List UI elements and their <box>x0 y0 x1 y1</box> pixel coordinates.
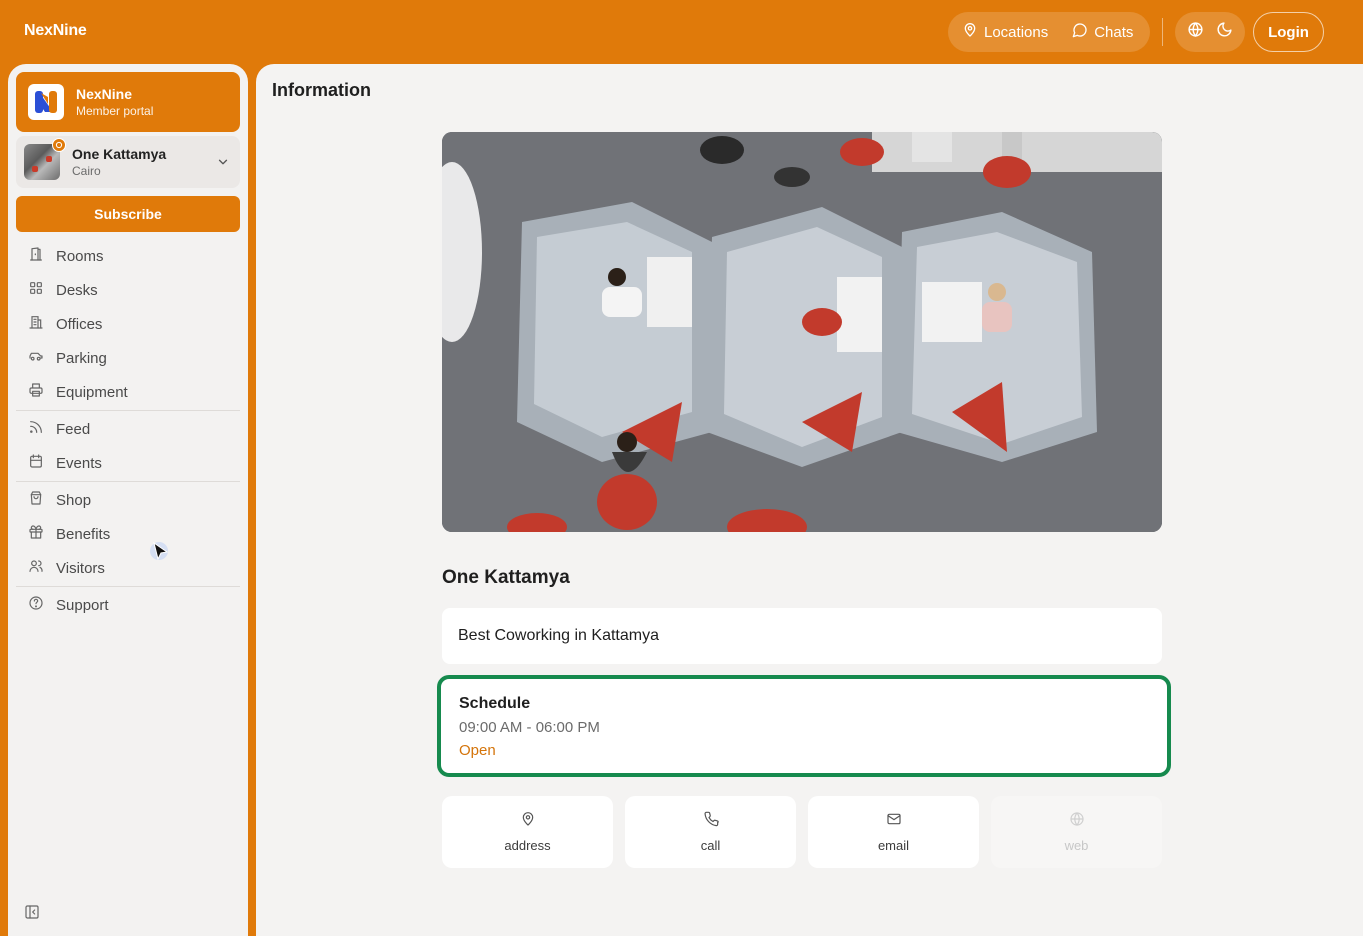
email-button[interactable]: email <box>808 796 979 868</box>
call-button[interactable]: call <box>625 796 796 868</box>
users-icon <box>28 558 44 578</box>
language-button[interactable] <box>1184 20 1208 44</box>
building-icon <box>28 314 44 334</box>
sidebar-item-label: Feed <box>56 420 91 438</box>
rss-icon <box>28 419 44 439</box>
chevron-down-icon <box>216 155 230 169</box>
globe-icon <box>1069 811 1085 830</box>
page-title: Information <box>272 80 371 100</box>
org-card[interactable]: NexNine Member portal <box>16 72 240 132</box>
collapse-sidebar-icon[interactable] <box>24 904 40 920</box>
schedule-hours: 09:00 AM - 06:00 PM <box>459 719 600 736</box>
moon-icon <box>1216 21 1233 43</box>
chats-label: Chats <box>1094 23 1134 41</box>
map-pin-icon <box>962 22 978 42</box>
sidebar-item-feed[interactable]: Feed <box>16 413 240 445</box>
call-label: call <box>700 838 721 853</box>
locations-label: Locations <box>984 23 1049 41</box>
sidebar-item-equipment[interactable]: Equipment <box>16 376 240 408</box>
main-content: Information One Kattamya Best Coworking … <box>256 64 1363 936</box>
header-utilities <box>1175 12 1245 52</box>
location-hero-image <box>442 132 1162 532</box>
location-name: One Kattamya <box>72 146 167 162</box>
sidebar: NexNine Member portal One Kattamya Cairo… <box>8 64 248 936</box>
sidebar-item-offices[interactable]: Offices <box>16 308 240 340</box>
schedule-status: Open <box>459 742 496 759</box>
locations-button[interactable]: Locations <box>948 12 1062 52</box>
sidebar-item-shop[interactable]: Shop <box>16 484 240 516</box>
nav-divider <box>16 481 240 482</box>
grid-icon <box>28 280 44 300</box>
web-button: web <box>991 796 1162 868</box>
sidebar-item-parking[interactable]: Parking <box>16 342 240 374</box>
location-tagline: Best Coworking in Kattamya <box>442 608 1162 664</box>
nav-divider <box>16 410 240 411</box>
shopping-bag-icon <box>28 490 44 510</box>
badge-icon <box>52 138 66 152</box>
mail-icon <box>886 811 902 830</box>
location-title: One Kattamya <box>442 567 570 588</box>
sidebar-item-label: Equipment <box>56 383 128 401</box>
sidebar-item-label: Rooms <box>56 247 104 265</box>
schedule-card[interactable]: Schedule 09:00 AM - 06:00 PM Open <box>437 675 1171 777</box>
sidebar-item-label: Desks <box>56 281 98 299</box>
sidebar-item-label: Parking <box>56 349 107 367</box>
location-city: Cairo <box>72 164 101 178</box>
sidebar-item-events[interactable]: Events <box>16 447 240 479</box>
chats-button[interactable]: Chats <box>1062 12 1147 52</box>
sidebar-item-label: Offices <box>56 315 103 333</box>
header-nav: Locations Chats <box>948 12 1150 52</box>
gift-icon <box>28 524 44 544</box>
car-icon <box>28 348 44 368</box>
mouse-cursor-icon <box>150 541 172 563</box>
login-button[interactable]: Login <box>1253 12 1324 52</box>
sidebar-item-visitors[interactable]: Visitors <box>16 552 240 584</box>
sidebar-item-label: Events <box>56 454 102 472</box>
subscribe-button[interactable]: Subscribe <box>16 196 240 232</box>
door-icon <box>28 246 44 266</box>
sidebar-item-label: Shop <box>56 491 92 509</box>
nav-divider <box>16 586 240 587</box>
sidebar-item-benefits[interactable]: Benefits <box>16 518 240 550</box>
help-circle-icon <box>28 595 44 615</box>
theme-toggle-button[interactable] <box>1213 20 1237 44</box>
chat-bubble-icon <box>1072 22 1088 42</box>
web-label: web <box>1064 838 1089 853</box>
top-bar: NexNine Locations Chats Login <box>0 0 1363 64</box>
org-logo <box>28 84 64 120</box>
org-subtitle: Member portal <box>76 104 154 118</box>
schedule-title: Schedule <box>459 695 531 712</box>
phone-icon <box>703 811 719 830</box>
org-name: NexNine <box>76 86 133 102</box>
header-divider <box>1162 18 1163 46</box>
map-pin-icon <box>520 811 536 830</box>
sidebar-item-desks[interactable]: Desks <box>16 274 240 306</box>
globe-icon <box>1187 21 1204 43</box>
location-selector[interactable]: One Kattamya Cairo <box>16 136 240 188</box>
brand-name[interactable]: NexNine <box>24 22 87 40</box>
sidebar-item-rooms[interactable]: Rooms <box>16 240 240 272</box>
sidebar-item-support[interactable]: Support <box>16 589 240 621</box>
email-label: email <box>877 838 910 853</box>
address-label: address <box>504 838 551 853</box>
location-thumbnail <box>24 138 66 180</box>
calendar-icon <box>28 453 44 473</box>
sidebar-item-label: Visitors <box>56 559 105 577</box>
sidebar-item-label: Benefits <box>56 525 111 543</box>
address-button[interactable]: address <box>442 796 613 868</box>
sidebar-item-label: Support <box>56 596 109 614</box>
printer-icon <box>28 382 44 402</box>
